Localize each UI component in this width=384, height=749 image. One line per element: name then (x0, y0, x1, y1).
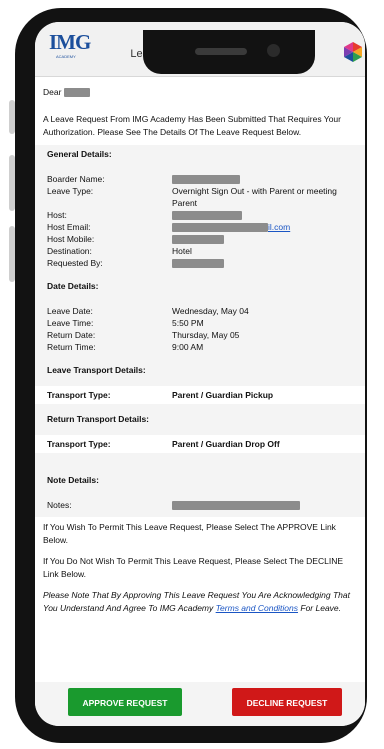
detail-row: Transport Type: Parent / Guardian Pickup (35, 386, 365, 404)
host-email-value[interactable]: il.com (172, 221, 353, 233)
phone-notch (143, 30, 315, 74)
note-details-title: Note Details: (47, 475, 99, 485)
return-transport-title: Return Transport Details: (47, 414, 150, 424)
detail-row: Notes: (35, 499, 365, 511)
host-mobile-label: Host Mobile: (47, 234, 95, 244)
greeting: Dear (35, 86, 365, 99)
detail-row: Destination: Hotel (35, 245, 365, 257)
approve-instructions: If You Wish To Permit This Leave Request… (43, 522, 336, 545)
leave-type-value: Overnight Sign Out - with Parent or meet… (172, 186, 337, 208)
intro-paragraph: A Leave Request From IMG Academy Has Bee… (43, 114, 341, 137)
brand-mark-icon (344, 42, 362, 62)
detail-row: Return Time: 9:00 AM (35, 341, 365, 353)
disclaimer: Please Note That By Approving This Leave… (35, 589, 365, 615)
return-date-label: Return Date: (47, 330, 96, 340)
leave-date-value: Wednesday, May 04 (172, 306, 249, 316)
general-details-title: General Details: (47, 149, 112, 159)
speaker-grille (195, 48, 247, 55)
notes-label: Notes: (47, 500, 72, 510)
leave-time-value: 5:50 PM (172, 318, 204, 328)
phone-volume-down-button (9, 226, 15, 282)
detail-row: Host: (35, 209, 365, 221)
img-academy-logo: IMG (49, 30, 91, 54)
leave-transport-title: Leave Transport Details: (47, 365, 146, 375)
host-label: Host: (47, 210, 67, 220)
decline-instructions: If You Do Not Wish To Permit This Leave … (43, 556, 344, 579)
detail-row: Boarder Name: (35, 173, 365, 185)
approve-request-button[interactable]: APPROVE REQUEST (68, 688, 182, 716)
detail-row: Requested By: (35, 257, 365, 269)
return-time-label: Return Time: (47, 342, 96, 352)
leave-type-label: Leave Type: (47, 186, 94, 196)
greeting-text: Dear (43, 87, 62, 97)
leave-time-label: Leave Time: (47, 318, 94, 328)
disclaimer-end: For Leave. (300, 603, 342, 613)
img-academy-logo-sub: ACADEMY (56, 54, 76, 59)
action-bar: APPROVE REQUEST DECLINE REQUEST (35, 682, 365, 726)
phone-screen: IMG ACADEMY Leave Authorization Required… (35, 22, 365, 726)
detail-row: Leave Type: Overnight Sign Out - with Pa… (35, 185, 365, 209)
host-value (172, 209, 353, 221)
front-camera (267, 44, 280, 57)
host-email-link[interactable]: il.com (268, 222, 290, 232)
detail-row: Return Date: Thursday, May 05 (35, 329, 365, 341)
return-transport-type-label: Transport Type: (47, 439, 111, 449)
phone-volume-up-button (9, 155, 15, 211)
notes-value (172, 499, 353, 511)
destination-label: Destination: (47, 246, 92, 256)
leave-transport-type-label: Transport Type: (47, 390, 111, 400)
decline-request-button[interactable]: DECLINE REQUEST (232, 688, 342, 716)
redacted-name (63, 88, 90, 98)
detail-row: Host Mobile: (35, 233, 365, 245)
general-details-section: General Details: Boarder Name: Leave Typ… (35, 145, 365, 517)
boarder-name-value (172, 173, 353, 185)
leave-transport-type-value: Parent / Guardian Pickup (172, 390, 274, 400)
date-details-title: Date Details: (47, 281, 99, 291)
return-date-value: Thursday, May 05 (172, 330, 240, 340)
destination-value: Hotel (172, 246, 192, 256)
host-mobile-value (172, 233, 353, 245)
detail-row: Host Email: il.com (35, 221, 365, 233)
return-time-value: 9:00 AM (172, 342, 204, 352)
return-transport-type-value: Parent / Guardian Drop Off (172, 439, 280, 449)
requested-by-value (172, 257, 353, 269)
leave-date-label: Leave Date: (47, 306, 93, 316)
email-body: Dear A Leave Request From IMG Academy Ha… (35, 76, 365, 615)
phone-side-button (9, 100, 15, 134)
boarder-name-label: Boarder Name: (47, 174, 105, 184)
detail-row: Transport Type: Parent / Guardian Drop O… (35, 435, 365, 453)
requested-by-label: Requested By: (47, 258, 103, 268)
detail-row: Leave Date: Wednesday, May 04 (35, 305, 365, 317)
host-email-label: Host Email: (47, 222, 91, 232)
detail-row: Leave Time: 5:50 PM (35, 317, 365, 329)
terms-link[interactable]: Terms and Conditions (216, 603, 298, 613)
